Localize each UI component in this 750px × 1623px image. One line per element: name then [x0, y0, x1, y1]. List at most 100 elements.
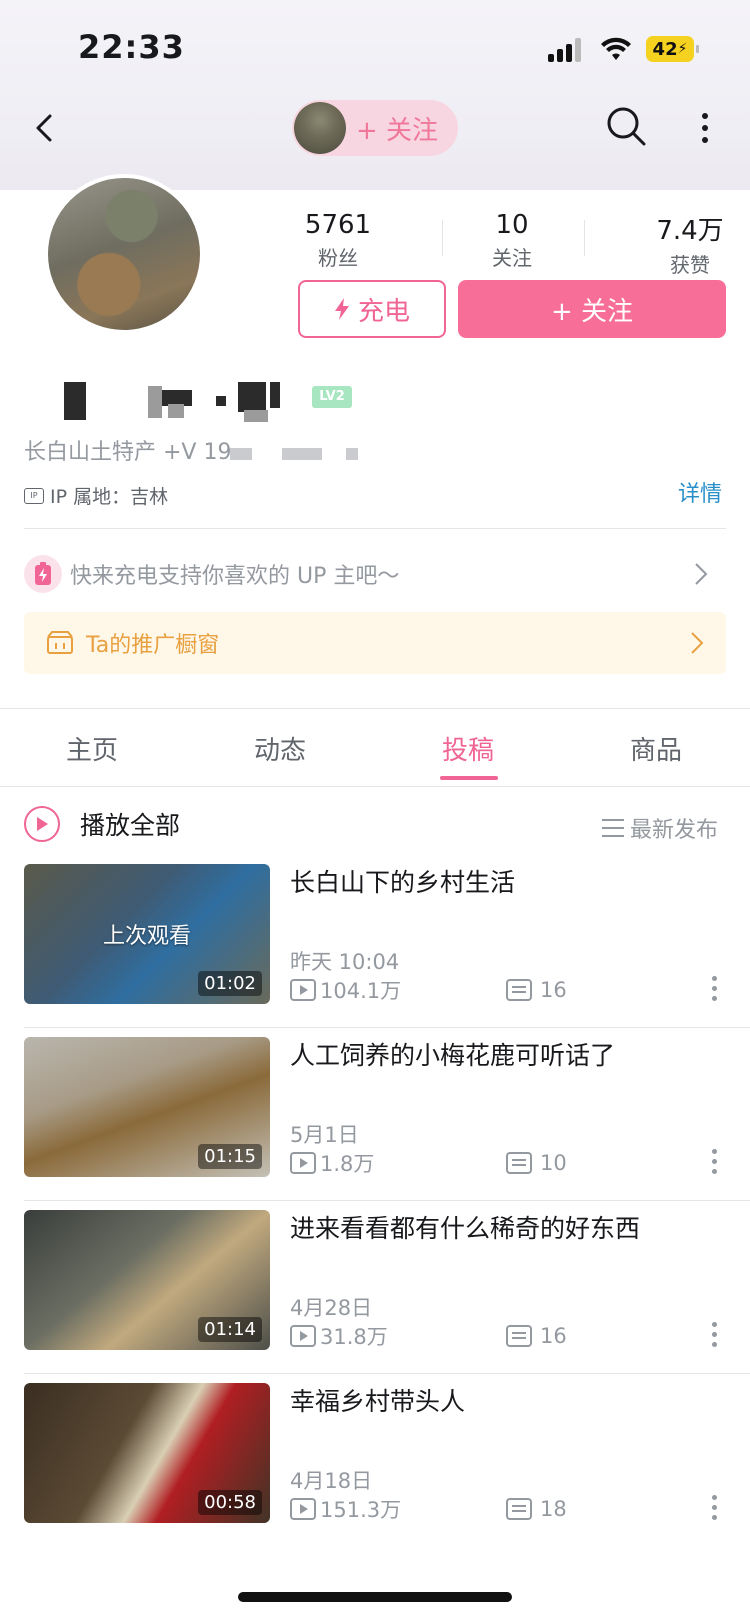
following-count: 10	[495, 210, 529, 240]
home-indicator[interactable]	[238, 1592, 512, 1602]
danmaku-icon	[506, 1498, 532, 1520]
likes-count: 7.4万	[656, 216, 724, 246]
more-options-icon[interactable]	[712, 976, 718, 1004]
video-date: 昨天 10:04	[290, 950, 400, 974]
video-item[interactable]: 01:15 人工饲养的小梅花鹿可听话了 5月1日 1.8万 10	[0, 1027, 750, 1216]
level-badge: LV2	[312, 386, 352, 408]
follow-button[interactable]: + 关注	[458, 280, 726, 338]
more-options-icon[interactable]	[712, 1322, 718, 1350]
view-count: 1.8万	[320, 1152, 375, 1176]
video-thumbnail[interactable]: 01:15	[24, 1037, 270, 1177]
video-title[interactable]: 长白山下的乡村生活	[290, 866, 730, 900]
video-date: 5月1日	[290, 1123, 359, 1147]
tab-dynamics[interactable]: 动态	[254, 730, 306, 767]
stat-divider	[584, 220, 585, 256]
video-meta: 1.8万 10	[290, 1149, 730, 1177]
profile-tabs: 主页 动态 投稿 商品	[0, 710, 750, 786]
battery-charge-icon	[24, 555, 62, 593]
status-time: 22:33	[78, 28, 185, 66]
mini-follow-button[interactable]: + 关注	[292, 100, 458, 156]
chevron-right-icon	[691, 632, 704, 654]
active-tab-indicator	[440, 776, 498, 780]
detail-link[interactable]: 详情	[678, 476, 722, 508]
view-count: 151.3万	[320, 1498, 402, 1522]
bio-text: 长白山土特产 +V 19	[24, 440, 232, 465]
stat-divider	[442, 220, 443, 256]
more-options-icon[interactable]	[712, 1149, 718, 1177]
video-meta: 151.3万 18	[290, 1495, 730, 1523]
video-list: 上次观看 01:02 长白山下的乡村生活 昨天 10:04 104.1万 16 …	[0, 864, 750, 1562]
danmaku-count: 16	[540, 1324, 567, 1348]
mini-avatar	[294, 102, 346, 154]
more-options-icon[interactable]	[712, 1495, 718, 1523]
video-item[interactable]: 上次观看 01:02 长白山下的乡村生活 昨天 10:04 104.1万 16	[0, 864, 750, 1043]
charge-button-label: 充电	[357, 296, 410, 327]
video-thumbnail[interactable]: 00:58	[24, 1383, 270, 1523]
back-icon[interactable]	[28, 108, 64, 148]
video-thumbnail[interactable]: 01:14	[24, 1210, 270, 1350]
shop-window-label: Ta的推广橱窗	[86, 633, 220, 658]
cellular-signal-icon	[548, 38, 584, 62]
video-thumbnail[interactable]: 上次观看 01:02	[24, 864, 270, 1004]
video-item[interactable]: 01:14 进来看看都有什么稀奇的好东西 4月28日 31.8万 16	[0, 1200, 750, 1389]
video-item[interactable]: 00:58 幸福乡村带头人 4月18日 151.3万 18	[0, 1373, 750, 1562]
divider	[0, 786, 750, 787]
fans-count: 5761	[304, 210, 372, 240]
video-duration: 00:58	[198, 1490, 262, 1515]
status-bar: 22:33 42 ⚡	[0, 0, 750, 96]
play-count-icon	[290, 1325, 316, 1347]
divider	[0, 708, 750, 709]
battery-icon: 42 ⚡	[646, 36, 699, 62]
charge-tip-text: 快来充电支持你喜欢的 UP 主吧～	[70, 564, 400, 589]
bio-redaction	[346, 448, 358, 460]
nav-bar: + 关注	[0, 96, 750, 186]
fans-label: 粉丝	[318, 246, 358, 270]
sort-selector[interactable]: 最新发布	[602, 812, 718, 844]
likes-label: 获赞	[670, 253, 710, 277]
stat-fans[interactable]: 5761 粉丝	[298, 210, 378, 271]
video-meta: 104.1万 16	[290, 976, 730, 1004]
ip-icon: IP	[24, 487, 44, 504]
ip-location-text: IP 属地：吉林	[50, 486, 169, 508]
shop-icon	[47, 631, 73, 654]
play-count-icon	[290, 1152, 316, 1174]
danmaku-count: 10	[540, 1151, 567, 1175]
video-title[interactable]: 进来看看都有什么稀奇的好东西	[290, 1212, 730, 1246]
list-icon	[602, 819, 624, 837]
search-icon[interactable]	[604, 104, 648, 148]
video-meta: 31.8万 16	[290, 1322, 730, 1350]
video-title[interactable]: 幸福乡村带头人	[290, 1385, 730, 1419]
stat-following[interactable]: 10 关注	[472, 210, 552, 271]
last-watched-tag: 上次观看	[102, 924, 191, 949]
charge-button[interactable]: 充电	[298, 280, 446, 338]
ip-location: IP IP 属地：吉林	[24, 482, 168, 509]
video-duration: 01:02	[198, 971, 262, 996]
bio-redaction	[282, 448, 322, 460]
play-count-icon	[290, 979, 316, 1001]
danmaku-icon	[506, 979, 532, 1001]
lightning-icon	[334, 298, 349, 320]
danmaku-icon	[506, 1152, 532, 1174]
tab-uploads[interactable]: 投稿	[442, 730, 494, 767]
danmaku-count: 18	[540, 1497, 567, 1521]
avatar[interactable]	[44, 174, 204, 334]
play-all-button[interactable]: 播放全部	[24, 806, 180, 842]
video-duration: 01:14	[198, 1317, 262, 1342]
wifi-icon	[601, 37, 631, 60]
video-date: 4月18日	[290, 1469, 373, 1493]
more-icon[interactable]	[688, 108, 722, 148]
tab-home[interactable]: 主页	[66, 730, 118, 767]
charge-support-banner[interactable]: 快来充电支持你喜欢的 UP 主吧～	[24, 534, 726, 614]
video-title[interactable]: 人工饲养的小梅花鹿可听话了	[290, 1039, 730, 1073]
video-date: 4月28日	[290, 1296, 373, 1320]
shop-window-banner[interactable]: Ta的推广橱窗	[24, 612, 726, 674]
view-count: 31.8万	[320, 1325, 388, 1349]
danmaku-count: 16	[540, 978, 567, 1002]
play-all-label: 播放全部	[80, 811, 181, 840]
chevron-right-icon	[695, 563, 708, 585]
play-circle-icon	[24, 806, 60, 842]
battery-level: 42	[652, 38, 678, 60]
following-label: 关注	[492, 246, 532, 270]
stat-likes[interactable]: 7.4万 获赞	[650, 210, 730, 278]
tab-goods[interactable]: 商品	[630, 730, 682, 767]
